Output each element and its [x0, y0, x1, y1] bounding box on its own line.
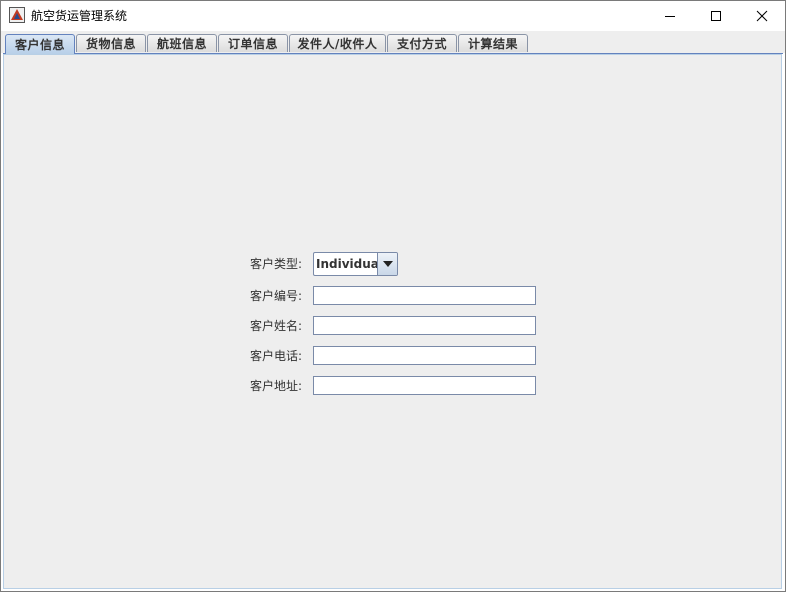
customer-type-label: 客户类型: [250, 257, 303, 271]
tab-payment-method[interactable]: 支付方式 [387, 34, 457, 52]
app-icon [9, 7, 25, 23]
maximize-icon [710, 10, 722, 22]
customer-address-field[interactable] [313, 376, 536, 395]
customer-type-row: 客户类型: Individual [1, 252, 785, 276]
tab-customer-info[interactable]: 客户信息 [5, 34, 75, 54]
tab-flight-info[interactable]: 航班信息 [147, 34, 217, 52]
tab-cargo-info[interactable]: 货物信息 [76, 34, 146, 52]
customer-name-row: 客户姓名: [1, 316, 785, 338]
tab-sender-receiver[interactable]: 发件人/收件人 [289, 34, 386, 52]
maximize-button[interactable] [693, 1, 739, 31]
customer-type-value: Individual [316, 257, 383, 271]
app-window: 航空货运管理系统 客户信息 货物信息 航班信息 订单信息 发件人/收件人 支付方… [0, 0, 786, 592]
customer-type-select[interactable]: Individual [313, 252, 398, 276]
customer-phone-field[interactable] [313, 346, 536, 365]
customer-phone-row: 客户电话: [1, 346, 785, 368]
customer-name-label: 客户姓名: [250, 319, 303, 333]
minimize-icon [664, 10, 676, 22]
customer-phone-label: 客户电话: [250, 349, 303, 363]
title-bar[interactable]: 航空货运管理系统 [1, 1, 785, 31]
customer-address-label: 客户地址: [250, 379, 303, 393]
window-title: 航空货运管理系统 [31, 9, 128, 23]
customer-name-field[interactable] [313, 316, 536, 335]
tab-calc-result[interactable]: 计算结果 [458, 34, 528, 52]
customer-id-label: 客户编号: [250, 289, 303, 303]
dropdown-arrow-icon[interactable] [377, 253, 397, 275]
customer-id-row: 客户编号: [1, 286, 785, 308]
tab-order-info[interactable]: 订单信息 [218, 34, 288, 52]
close-icon [756, 10, 768, 22]
customer-id-field[interactable] [313, 286, 536, 305]
minimize-button[interactable] [647, 1, 693, 31]
customer-address-row: 客户地址: [1, 376, 785, 398]
tab-bar: 客户信息 货物信息 航班信息 订单信息 发件人/收件人 支付方式 计算结果 [1, 31, 785, 54]
close-button[interactable] [739, 1, 785, 31]
